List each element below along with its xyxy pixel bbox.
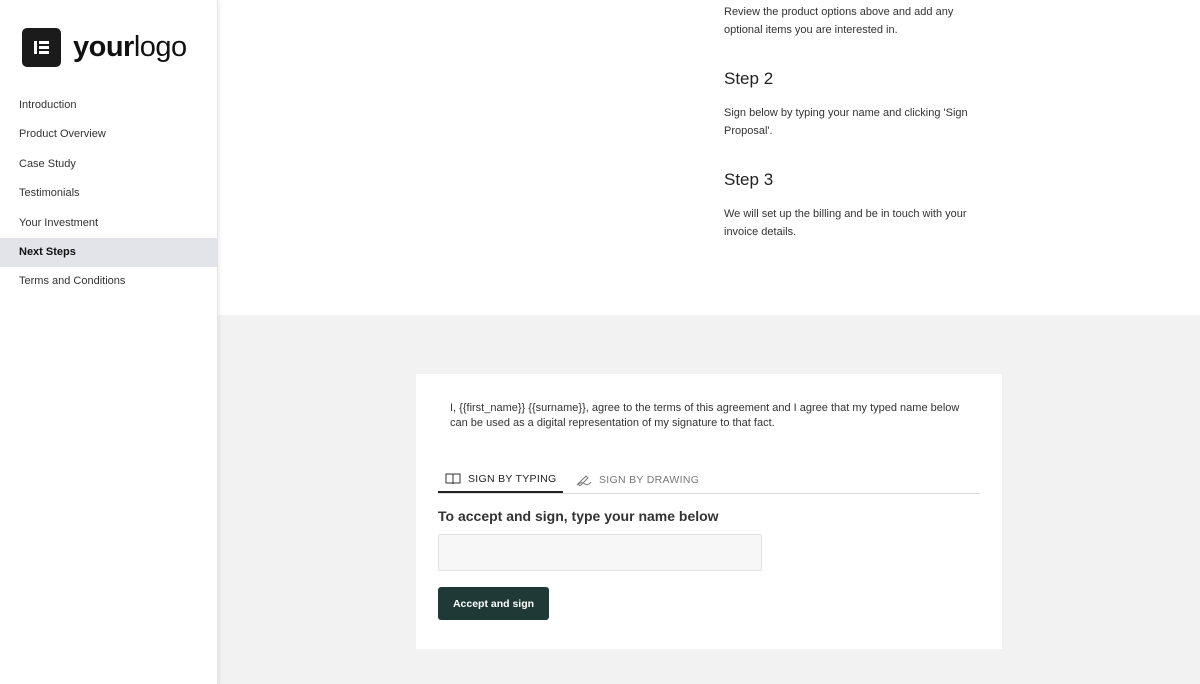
sidebar-item-terms-and-conditions[interactable]: Terms and Conditions: [0, 267, 217, 296]
step2-title: Step 2: [724, 69, 774, 88]
signature-name-input[interactable]: [438, 534, 762, 571]
step1-text: Review the product options above and add…: [724, 6, 954, 36]
logo-text: yourlogo: [73, 31, 187, 64]
step3-text: We will set up the billing and be in tou…: [724, 208, 967, 238]
sidebar-item-next-steps[interactable]: Next Steps: [0, 237, 217, 268]
sign-prompt: To accept and sign, type your name below: [438, 508, 719, 524]
sidebar: yourlogo Introduction Product Overview C…: [0, 0, 218, 684]
logo-text-part2: logo: [133, 31, 187, 63]
logo-mark-icon: [22, 28, 61, 67]
sidebar-item-testimonials[interactable]: Testimonials: [0, 179, 217, 208]
main-content: Review the product options above and add…: [218, 0, 1200, 315]
logo-text-part1: your: [73, 31, 134, 63]
tab-sign-by-drawing[interactable]: SIGN BY DRAWING: [576, 466, 699, 493]
logo[interactable]: yourlogo: [22, 28, 187, 67]
tab-sign-by-typing-label: SIGN BY TYPING: [468, 472, 557, 485]
sidebar-item-case-study[interactable]: Case Study: [0, 150, 217, 179]
step3-title: Step 3: [724, 170, 774, 189]
sidebar-item-product-overview[interactable]: Product Overview: [0, 120, 217, 149]
signature-tabs: SIGN BY TYPING SIGN BY DRAWING: [438, 466, 980, 494]
pen-icon: [576, 474, 592, 486]
tab-sign-by-drawing-label: SIGN BY DRAWING: [599, 473, 700, 486]
tab-sign-by-typing[interactable]: SIGN BY TYPING: [438, 466, 564, 493]
step2-text: Sign below by typing your name and click…: [724, 107, 968, 137]
agreement-text: I, {{first_name}} {{surname}}, agree to …: [450, 402, 960, 429]
keyboard-book-icon: [445, 473, 461, 484]
accept-and-sign-button[interactable]: Accept and sign: [438, 587, 549, 620]
sidebar-item-your-investment[interactable]: Your Investment: [0, 209, 217, 238]
signature-section: I, {{first_name}} {{surname}}, agree to …: [218, 315, 1200, 684]
signature-card: I, {{first_name}} {{surname}}, agree to …: [416, 374, 1002, 649]
sidebar-nav: Introduction Product Overview Case Study…: [0, 91, 217, 297]
sidebar-item-introduction[interactable]: Introduction: [0, 91, 217, 120]
